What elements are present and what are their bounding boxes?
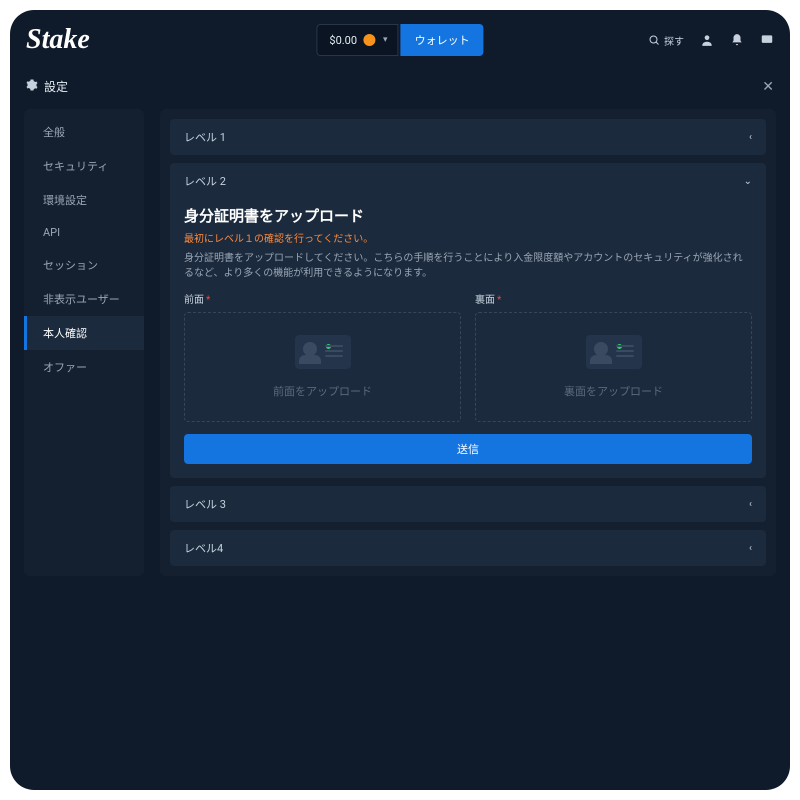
upload-front-box[interactable]: 前面をアップロード	[184, 312, 461, 422]
settings-header: 設定 ✕	[10, 70, 790, 103]
chevron-left-icon: ‹	[749, 543, 752, 554]
level-4-accordion: レベル4 ‹	[170, 530, 766, 566]
chevron-left-icon: ‹	[749, 499, 752, 510]
sidebar-item-identity[interactable]: 本人確認	[24, 316, 144, 350]
upload-description: 身分証明書をアップロードしてください。こちらの手順を行うことにより入金限度額やア…	[184, 251, 752, 281]
search-label: 探す	[664, 33, 684, 48]
upload-front-col: 前面* 前面をアップロード	[184, 291, 461, 422]
id-card-front-icon	[295, 335, 351, 369]
search-icon	[648, 34, 660, 46]
level-1-accordion: レベル 1 ‹	[170, 119, 766, 155]
level-1-label: レベル 1	[184, 129, 226, 145]
level-4-label: レベル4	[184, 540, 223, 556]
sidebar-item-general[interactable]: 全般	[24, 115, 144, 149]
gear-icon	[26, 79, 38, 94]
close-icon[interactable]: ✕	[762, 79, 774, 95]
user-icon[interactable]	[700, 33, 714, 47]
level-3-label: レベル 3	[184, 496, 226, 512]
required-mark: *	[497, 295, 501, 306]
bitcoin-icon	[363, 34, 375, 46]
balance-selector[interactable]: $0.00 ▾	[316, 24, 398, 56]
id-card-back-icon	[586, 335, 642, 369]
settings-title: 設定	[44, 78, 68, 95]
sidebar-item-sessions[interactable]: セッション	[24, 248, 144, 282]
upload-title: 身分証明書をアップロード	[184, 205, 752, 226]
upload-front-label: 前面*	[184, 291, 461, 306]
settings-sidebar: 全般 セキュリティ 環境設定 API セッション 非表示ユーザー 本人確認 オフ…	[24, 109, 144, 576]
sidebar-item-hidden-users[interactable]: 非表示ユーザー	[24, 282, 144, 316]
balance-amount: $0.00	[329, 34, 357, 47]
submit-button[interactable]: 送信	[184, 434, 752, 464]
chevron-left-icon: ‹	[749, 132, 752, 143]
level-3-header[interactable]: レベル 3 ‹	[170, 486, 766, 522]
logo[interactable]: Stake	[26, 24, 90, 56]
sidebar-item-security[interactable]: セキュリティ	[24, 149, 144, 183]
app-window: Stake $0.00 ▾ ウォレット 探す 設定 ✕	[10, 10, 790, 790]
content-panel: レベル 1 ‹ レベル 2 ⌄ 身分証明書をアップロード 最初にレベル１の確認を…	[160, 109, 776, 576]
level-2-body: 身分証明書をアップロード 最初にレベル１の確認を行ってください。 身分証明書をア…	[170, 199, 766, 478]
upload-front-button-text: 前面をアップロード	[273, 383, 372, 399]
level-2-label: レベル 2	[184, 173, 226, 189]
chat-icon[interactable]	[760, 33, 774, 47]
search-button[interactable]: 探す	[648, 33, 684, 48]
wallet-button[interactable]: ウォレット	[401, 24, 484, 56]
main-layout: 全般 セキュリティ 環境設定 API セッション 非表示ユーザー 本人確認 オフ…	[10, 103, 790, 590]
topbar-center: $0.00 ▾ ウォレット	[316, 24, 483, 56]
sidebar-item-preferences[interactable]: 環境設定	[24, 183, 144, 217]
notifications-icon[interactable]	[730, 33, 744, 47]
level-3-accordion: レベル 3 ‹	[170, 486, 766, 522]
upload-warning: 最初にレベル１の確認を行ってください。	[184, 230, 752, 245]
sidebar-item-api[interactable]: API	[24, 217, 144, 248]
topbar: Stake $0.00 ▾ ウォレット 探す	[10, 10, 790, 70]
upload-back-label: 裏面*	[475, 291, 752, 306]
level-2-header[interactable]: レベル 2 ⌄	[170, 163, 766, 199]
level-1-header[interactable]: レベル 1 ‹	[170, 119, 766, 155]
level-2-accordion: レベル 2 ⌄ 身分証明書をアップロード 最初にレベル１の確認を行ってください。…	[170, 163, 766, 478]
topbar-right: 探す	[648, 33, 774, 48]
upload-back-box[interactable]: 裏面をアップロード	[475, 312, 752, 422]
chevron-down-icon: ▾	[383, 35, 388, 45]
required-mark: *	[206, 295, 210, 306]
chevron-down-icon: ⌄	[744, 176, 752, 187]
sidebar-item-offers[interactable]: オファー	[24, 350, 144, 384]
upload-back-col: 裏面* 裏面をアップロード	[475, 291, 752, 422]
upload-back-button-text: 裏面をアップロード	[564, 383, 663, 399]
level-4-header[interactable]: レベル4 ‹	[170, 530, 766, 566]
upload-row: 前面* 前面をアップロード	[184, 291, 752, 422]
